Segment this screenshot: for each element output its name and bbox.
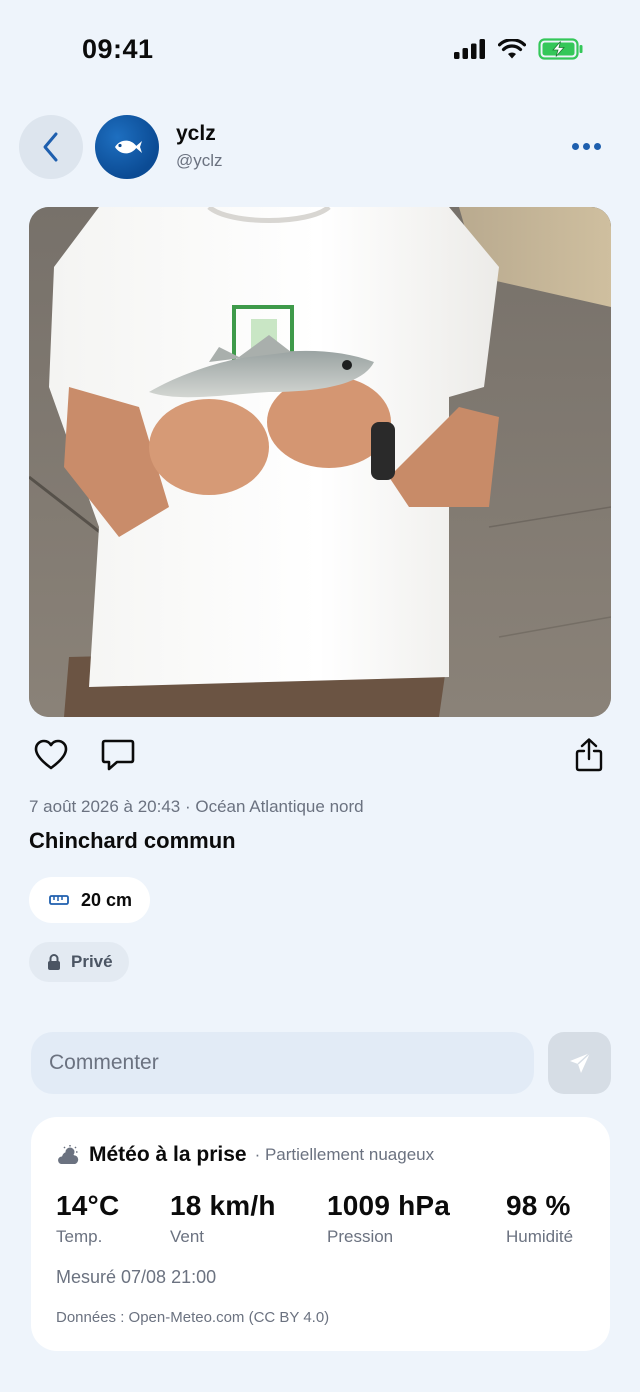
heart-icon — [34, 739, 68, 770]
visibility-chip[interactable]: Privé — [29, 942, 129, 982]
size-chip: 20 cm — [29, 877, 151, 923]
humidity-label: Humidité — [506, 1227, 574, 1246]
pressure-label: Pression — [327, 1227, 394, 1246]
weather-card: Météo à la prise · Partiellement nuageux… — [31, 1117, 610, 1351]
species-name: Chinchard commun — [29, 828, 236, 853]
share-icon — [575, 738, 603, 772]
data-source[interactable]: Données : Open-Meteo.com (CC BY 4.0) — [56, 1309, 329, 1326]
ellipsis-dot — [582, 142, 590, 150]
comment-input[interactable] — [31, 1032, 534, 1094]
wifi-icon — [498, 39, 526, 59]
user-handle: @yclz — [176, 151, 223, 170]
status-icons — [454, 38, 584, 60]
humidity-value: 98 % — [506, 1190, 571, 1221]
user-name[interactable]: yclz — [176, 122, 216, 146]
comment-button[interactable] — [100, 737, 136, 773]
weather-header: Météo à la prise · Partiellement nuageux — [55, 1143, 434, 1167]
status-time: 09:41 — [82, 34, 154, 64]
status-bar: 09:41 — [0, 0, 640, 100]
paper-plane-icon — [569, 1052, 591, 1073]
lock-icon — [48, 954, 60, 970]
pressure-value: 1009 hPa — [327, 1190, 451, 1221]
catch-photo-illustration — [29, 207, 611, 717]
wind-label: Vent — [170, 1227, 205, 1246]
catch-photo[interactable] — [29, 207, 611, 717]
avatar[interactable] — [95, 115, 159, 179]
send-comment-button[interactable] — [548, 1032, 611, 1094]
visibility-label: Privé — [71, 952, 113, 971]
measured-time: Mesuré 07/08 21:00 — [56, 1267, 217, 1287]
ellipsis-dot — [593, 142, 601, 150]
temperature-value: 14°C — [56, 1190, 120, 1221]
battery-charging-icon — [538, 38, 583, 60]
chevron-left-icon — [43, 132, 58, 162]
fish-icon — [115, 140, 142, 154]
cellular-signal-icon — [454, 39, 485, 59]
ellipsis-icon — [571, 142, 579, 150]
partly-cloudy-icon — [58, 1145, 79, 1164]
share-button[interactable] — [572, 737, 606, 773]
like-button[interactable] — [33, 737, 69, 773]
ruler-icon — [49, 895, 69, 905]
size-value: 20 cm — [81, 889, 133, 910]
wind-value: 18 km/h — [170, 1190, 276, 1221]
temperature-label: Temp. — [56, 1227, 103, 1246]
weather-title: Météo à la prise — [89, 1143, 247, 1166]
speech-bubble-icon — [101, 739, 135, 771]
weather-condition: · Partiellement nuageux — [254, 1145, 435, 1164]
more-options-button[interactable] — [566, 130, 606, 162]
post-meta: 7 août 2026 à 20:43 · Océan Atlantique n… — [29, 797, 364, 816]
back-button[interactable] — [19, 115, 83, 179]
